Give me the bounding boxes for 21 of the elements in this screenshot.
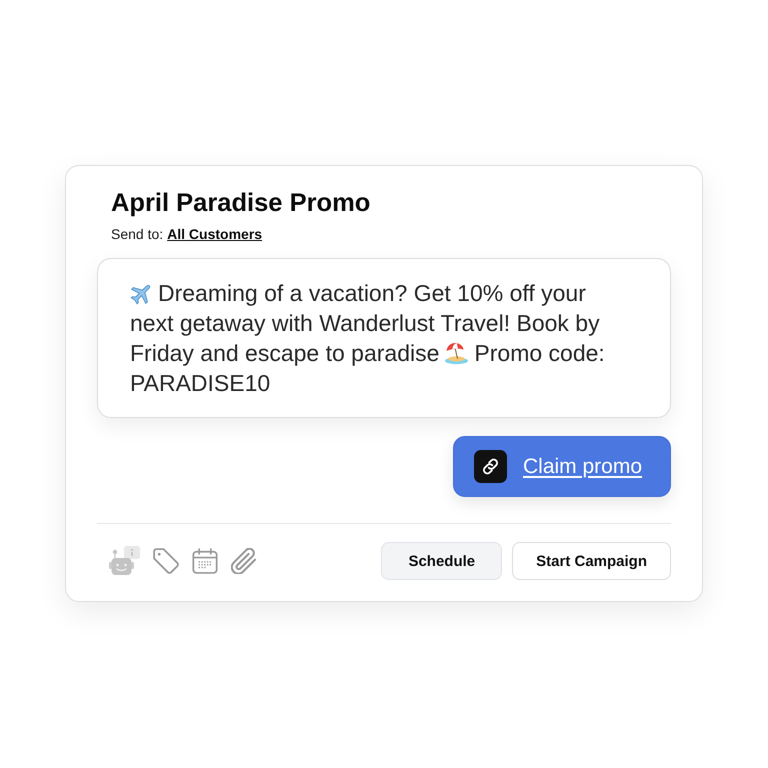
start-campaign-button[interactable]: Start Campaign xyxy=(512,542,671,580)
calendar-button[interactable] xyxy=(192,548,218,574)
message-text: next getaway with Wanderlust Travel! Book by xyxy=(130,309,600,337)
paperclip-icon xyxy=(231,548,257,574)
robot-assistant-icon xyxy=(109,546,140,576)
send-to-label: Send to: xyxy=(111,225,164,243)
message-text: PARADISE10 xyxy=(130,369,270,397)
tag-icon xyxy=(153,548,179,574)
campaign-title: April Paradise Promo xyxy=(111,188,370,218)
attach-button[interactable] xyxy=(231,548,257,574)
schedule-button[interactable]: Schedule xyxy=(381,542,502,580)
recipients-link[interactable]: All Customers xyxy=(167,225,262,243)
message-text: Promo code: xyxy=(474,339,605,367)
beach-umbrella-icon xyxy=(445,342,468,364)
calendar-icon xyxy=(192,548,218,574)
claim-promo-link-button[interactable]: Claim promo xyxy=(453,436,671,497)
tag-button[interactable] xyxy=(153,548,179,574)
ai-assistant-button[interactable] xyxy=(109,546,140,576)
message-text: Friday and escape to paradise xyxy=(130,339,440,367)
link-icon xyxy=(474,450,507,483)
message-text: Dreaming of a vacation? Get 10% off your xyxy=(158,279,586,307)
